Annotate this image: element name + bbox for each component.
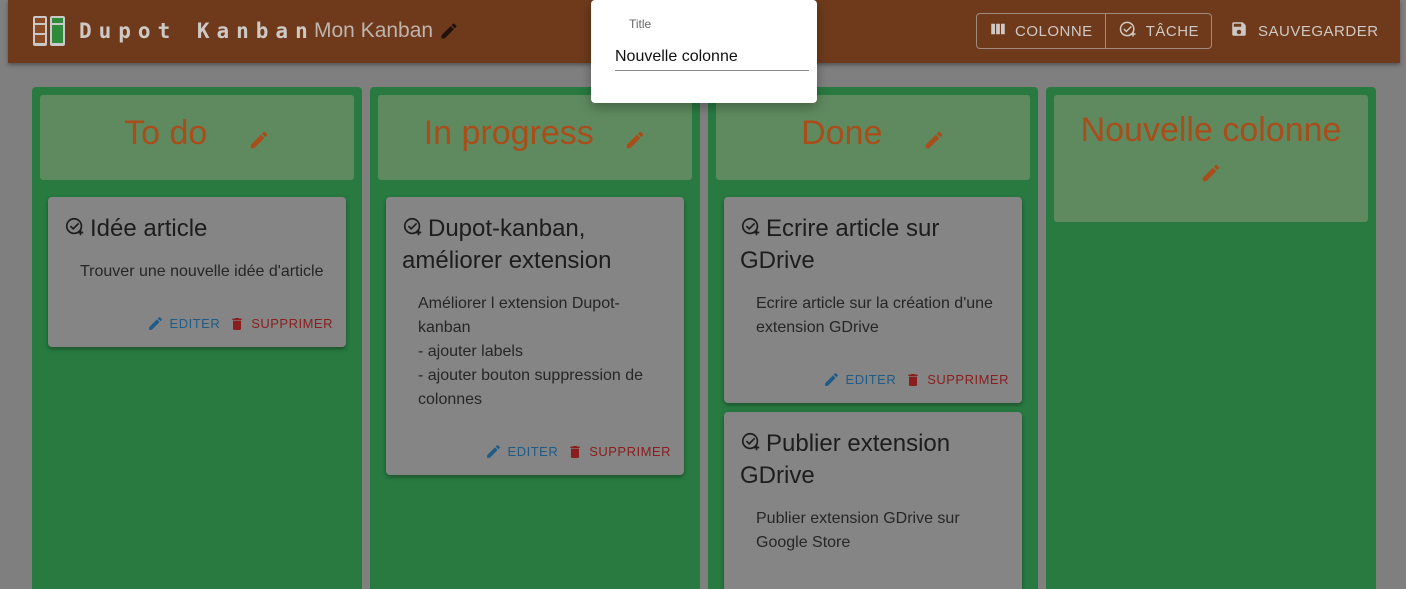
column-header: Nouvelle colonne [1054, 95, 1368, 222]
edit-task-button[interactable]: EDITER [147, 315, 221, 332]
edit-column-icon[interactable] [923, 131, 945, 149]
task-actions: EDITER SUPPRIMER [147, 315, 333, 332]
pencil-icon [824, 373, 838, 386]
add-column-label: COLONNE [1015, 22, 1093, 40]
add-column-button[interactable]: COLONNE [977, 14, 1105, 48]
edit-task-label: EDITER [169, 316, 221, 331]
task-card[interactable]: Dupot-kanban, améliorer extension Amélio… [386, 197, 684, 475]
column-in-progress: In progress Dupot-kanban, améliorer exte… [370, 87, 700, 589]
column-header: In progress [378, 95, 692, 180]
task-title: Ecrire article sur GDrive [740, 215, 940, 274]
task-check-icon [740, 215, 766, 242]
task-card[interactable]: Idée article Trouver une nouvelle idée d… [48, 197, 346, 347]
app-brand: Dupot Kanban [79, 19, 315, 43]
save-icon [1230, 20, 1248, 42]
task-card[interactable]: Publier extension GDrive Publier extensi… [724, 412, 1022, 589]
task-actions: EDITER SUPPRIMER [485, 443, 671, 460]
edit-task-button[interactable]: EDITER [485, 443, 559, 460]
task-title-row: Ecrire article sur GDrive [740, 213, 1010, 277]
edit-column-icon[interactable] [1054, 162, 1368, 184]
edit-kanban-title-icon[interactable] [439, 21, 459, 41]
pencil-icon [486, 445, 500, 458]
column-done: Done Ecrire article sur GDrive Ecrire ar… [708, 87, 1038, 589]
column-title: To do [124, 114, 208, 152]
trash-icon [232, 317, 242, 330]
kanban-title: Mon Kanban [314, 19, 434, 42]
column-header: Done [716, 95, 1030, 180]
save-button[interactable]: SAUVEGARDER [1226, 13, 1383, 49]
column-todo: To do Idée article Trouver une nouvelle … [32, 87, 362, 589]
delete-task-button[interactable]: SUPPRIMER [567, 444, 671, 460]
task-description: Trouver une nouvelle idée d'article [80, 263, 324, 280]
task-check-icon [64, 215, 90, 242]
edit-column-icon[interactable] [624, 131, 646, 149]
delete-task-button[interactable]: SUPPRIMER [905, 372, 1009, 388]
task-title: Publier extension GDrive [740, 430, 951, 489]
column-title: Done [801, 114, 883, 152]
save-label: SAUVEGARDER [1258, 22, 1379, 40]
task-description: Publier extension GDrive sur Google Stor… [756, 510, 960, 551]
column-title-input[interactable] [615, 44, 809, 71]
edit-column-icon[interactable] [248, 131, 270, 149]
task-title-row: Publier extension GDrive [740, 428, 1010, 492]
task-description: Ecrire article sur la création d'une ext… [756, 295, 993, 336]
trash-icon [908, 373, 918, 386]
title-field-label: Title [629, 17, 652, 31]
add-task-button[interactable]: TÂCHE [1104, 14, 1211, 48]
task-actions: EDITER SUPPRIMER [823, 371, 1009, 388]
edit-task-label: EDITER [507, 444, 559, 459]
add-button-group: COLONNE TÂCHE [976, 13, 1213, 49]
delete-task-label: SUPPRIMER [251, 316, 333, 331]
column-header: To do [40, 95, 354, 180]
edit-task-button[interactable]: EDITER [823, 371, 897, 388]
delete-task-button[interactable]: SUPPRIMER [229, 316, 333, 332]
task-card[interactable]: Ecrire article sur GDrive Ecrire article… [724, 197, 1022, 403]
column-new: Nouvelle colonne [1046, 87, 1376, 589]
task-title: Idée article [90, 215, 208, 242]
task-title-row: Idée article [64, 213, 334, 245]
trash-icon [570, 445, 580, 458]
delete-task-label: SUPPRIMER [927, 372, 1009, 387]
kanban-logo-icon [32, 15, 66, 47]
delete-task-label: SUPPRIMER [589, 444, 671, 459]
new-column-dialog: Title [591, 0, 817, 103]
pencil-icon [148, 317, 162, 330]
edit-task-label: EDITER [845, 372, 897, 387]
add-task-label: TÂCHE [1145, 22, 1200, 40]
column-title: In progress [423, 114, 594, 152]
task-check-icon [740, 430, 766, 457]
task-title-row: Dupot-kanban, améliorer extension [402, 213, 672, 277]
task-check-icon [402, 215, 428, 242]
task-description: Améliorer l extension Dupot-kanban - ajo… [418, 295, 644, 408]
column-title: Nouvelle colonne [1080, 111, 1342, 149]
columns-icon [989, 20, 1007, 42]
task-title: Dupot-kanban, améliorer extension [402, 215, 612, 274]
add-task-icon [1118, 19, 1138, 43]
